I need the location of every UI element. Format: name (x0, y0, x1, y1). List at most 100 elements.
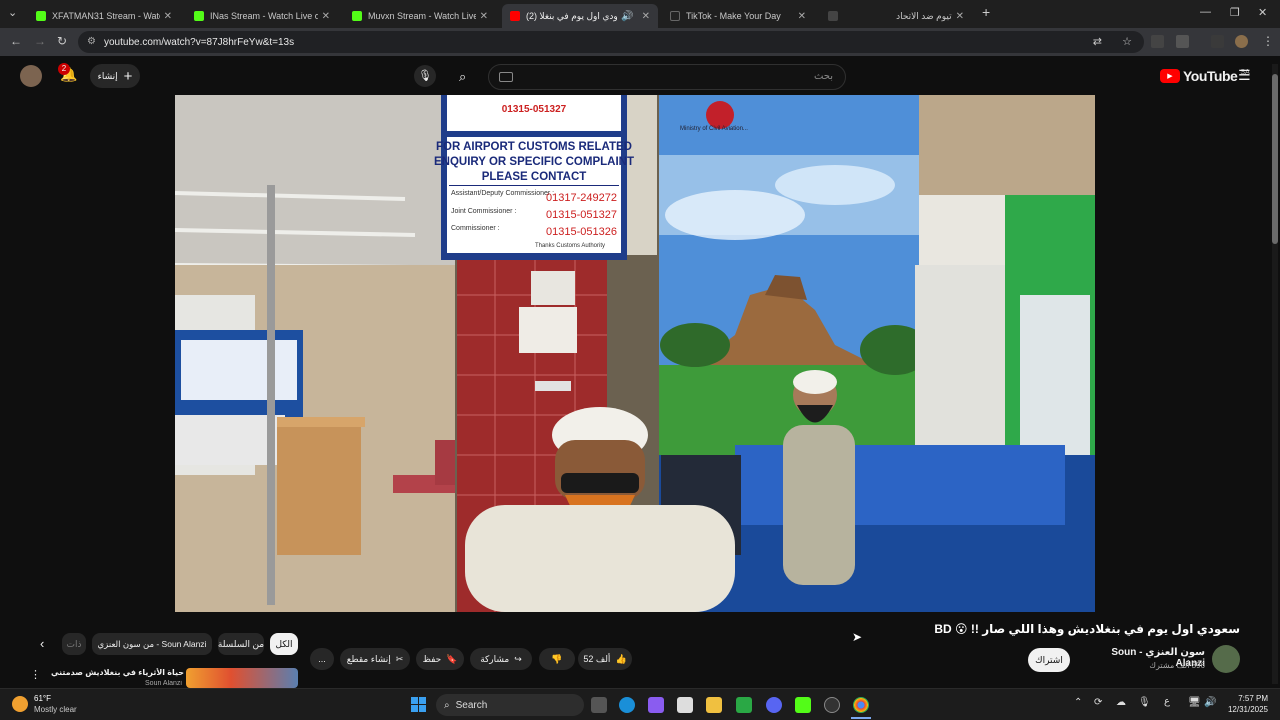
save-button[interactable]: حفظ 🔖 (416, 648, 464, 670)
plus-icon: + (123, 67, 133, 85)
logo-text: YouTube (1183, 68, 1238, 84)
minimize-icon[interactable]: — (1200, 6, 1211, 18)
close-icon[interactable]: ✕ (642, 11, 650, 22)
dislike-button[interactable]: 👎 (539, 648, 575, 670)
sign-line-1: FOR AIRPORT CUSTOMS RELATED (436, 141, 632, 153)
forward-icon[interactable]: → (34, 34, 46, 48)
chevron-up-icon[interactable]: ⌃ (1074, 697, 1082, 708)
tab-5[interactable]: تيوم ضد الاتحاد ✕ (820, 4, 972, 28)
copilot-icon[interactable] (648, 697, 664, 713)
bookmark-star-icon[interactable]: ☆ (1122, 35, 1132, 48)
sign-phone-2: 01315-051327 (546, 209, 617, 221)
avatar[interactable] (20, 65, 42, 87)
profile-avatar[interactable] (1235, 35, 1248, 48)
share-button[interactable]: مشاركة ↪ (470, 648, 532, 670)
back-icon[interactable]: ← (10, 34, 22, 48)
network-icon[interactable]: 🖥 (1188, 697, 1201, 708)
new-tab-button[interactable]: + (982, 4, 990, 20)
taskbar-search-input[interactable]: ⌕ Search (436, 694, 584, 716)
language-indicator[interactable]: ع (1164, 696, 1170, 707)
tab-label: TikTok - Make Your Day (686, 11, 781, 21)
chevron-left-icon[interactable]: ‹ (40, 636, 44, 651)
subscribe-button[interactable]: اشتراك (1028, 648, 1070, 672)
kebab-icon[interactable]: ⋮ (30, 668, 41, 681)
puzzle-icon[interactable] (1176, 35, 1189, 48)
address-bar[interactable]: ⚙ youtube.com/watch?v=87J8hrFeYw&t=13s ⇄… (78, 31, 1144, 53)
notification-badge: 2 (58, 63, 70, 75)
hamburger-menu-icon[interactable]: ☰ (1238, 67, 1251, 84)
close-icon[interactable]: ✕ (164, 11, 172, 22)
create-label: إنشاء (97, 70, 118, 81)
more-actions-button[interactable]: ... (310, 648, 334, 670)
sync-icon[interactable]: ⟳ (1094, 697, 1102, 708)
reload-icon[interactable]: ↻ (57, 34, 67, 48)
close-window-icon[interactable]: ✕ (1258, 6, 1267, 19)
maximize-icon[interactable]: ❐ (1230, 6, 1240, 19)
windows-start-icon[interactable] (411, 697, 426, 712)
tab-search-icon[interactable]: ⌄ (8, 6, 17, 19)
chrome-icon[interactable] (853, 697, 869, 713)
video-player[interactable]: 01315-051327 FOR AIRPORT CUSTOMS RELATED… (175, 95, 1095, 612)
clip-button[interactable]: إنشاء مقطع ✂ (340, 648, 410, 670)
close-icon[interactable]: ✕ (798, 11, 806, 22)
microphone-tray-icon[interactable]: 🎙 (1138, 697, 1151, 708)
sign-role-1: Assistant/Deputy Commissioner : (451, 190, 554, 197)
volume-icon[interactable]: 🔊 (1204, 697, 1216, 708)
subscriber-count: 396 ألف مشترك (1149, 661, 1205, 670)
xbox-icon[interactable] (736, 697, 752, 713)
recommendation-title[interactable]: حياة الأثرياء في بنغلاديش صدمتني 😨 BD (50, 668, 184, 677)
search-input[interactable]: ⌕ بحث (459, 64, 846, 90)
recommendation-thumbnail[interactable] (186, 668, 298, 688)
discord-icon[interactable] (766, 697, 782, 713)
chip-from-channel[interactable]: من سون العنزي - Soun Alanzi (92, 633, 212, 655)
page-scrollbar[interactable] (1272, 64, 1278, 684)
tab-1[interactable]: INas Stream - Watch Live on Ki ✕ (186, 4, 338, 28)
folder-icon[interactable] (706, 697, 722, 713)
extension-icon[interactable] (1151, 35, 1164, 48)
tab-0[interactable]: XFATMAN31 Stream - Watch Li ✕ (28, 4, 180, 28)
like-button[interactable]: 52 ألف 👍 (578, 648, 632, 670)
store-icon[interactable] (677, 697, 693, 713)
browser-toolbar: ← → ↻ ⚙ youtube.com/watch?v=87J8hrFeYw&t… (0, 28, 1280, 56)
weather-icon[interactable] (12, 696, 28, 712)
share-icon: ↪ (514, 653, 522, 664)
clock-date[interactable]: 12/31/2025 (1222, 705, 1268, 714)
sidebar-icon[interactable] (1211, 35, 1224, 48)
active-app-indicator (851, 717, 871, 719)
menu-kebab-icon[interactable]: ⋮ (1262, 34, 1274, 48)
url-text: youtube.com/watch?v=87J8hrFeYw&t=13s (104, 36, 295, 48)
more-icon: ... (318, 654, 326, 664)
close-icon[interactable]: ✕ (322, 11, 330, 22)
channel-avatar[interactable] (1212, 645, 1240, 673)
edge-icon[interactable] (619, 697, 635, 713)
translate-icon[interactable]: ⇄ (1093, 35, 1102, 48)
tab-label: (2) سعودي اول يوم في بنغلا (526, 10, 618, 21)
scrollbar-thumb[interactable] (1272, 74, 1278, 244)
tab-label: تيوم ضد الاتحاد (896, 10, 952, 21)
site-info-icon[interactable]: ⚙ (87, 36, 96, 47)
cloud-icon[interactable]: ☁ (1116, 697, 1126, 708)
tab-2[interactable]: Muvxn Stream - Watch Live on ✕ (344, 4, 496, 28)
youtube-icon (510, 11, 520, 21)
task-view-icon[interactable] (591, 697, 607, 713)
speaker-icon[interactable]: 🔊 (621, 11, 633, 22)
youtube-logo[interactable]: ▶ YouTube SA (1160, 68, 1250, 84)
chip-related[interactable]: ذات (62, 633, 86, 655)
close-icon[interactable]: ✕ (956, 11, 964, 22)
youtube-header: 🔔 2 إنشاء + 🎙 ⌕ بحث ▶ YouTube SA ☰ (0, 56, 1280, 96)
microphone-icon[interactable]: 🎙 (414, 65, 436, 87)
create-button[interactable]: إنشاء + (90, 64, 140, 88)
clock-time[interactable]: 7:57 PM (1228, 694, 1268, 703)
search-icon[interactable]: ⌕ (459, 69, 466, 85)
thumbs-up-icon: 👍 (615, 653, 627, 664)
kick-icon (194, 11, 204, 21)
kick-app-icon[interactable] (795, 697, 811, 713)
tab-3-active[interactable]: (2) سعودي اول يوم في بنغلا 🔊 ✕ (502, 4, 658, 28)
app-icon[interactable] (824, 697, 840, 713)
close-icon[interactable]: ✕ (480, 11, 488, 22)
chip-all[interactable]: الكل (270, 633, 298, 655)
keyboard-icon[interactable] (499, 72, 513, 82)
chip-from-series[interactable]: من السلسلة (218, 633, 264, 655)
browser-tab-strip: ⌄ XFATMAN31 Stream - Watch Li ✕ INas Str… (0, 0, 1280, 28)
tab-4[interactable]: TikTok - Make Your Day ✕ (662, 4, 814, 28)
